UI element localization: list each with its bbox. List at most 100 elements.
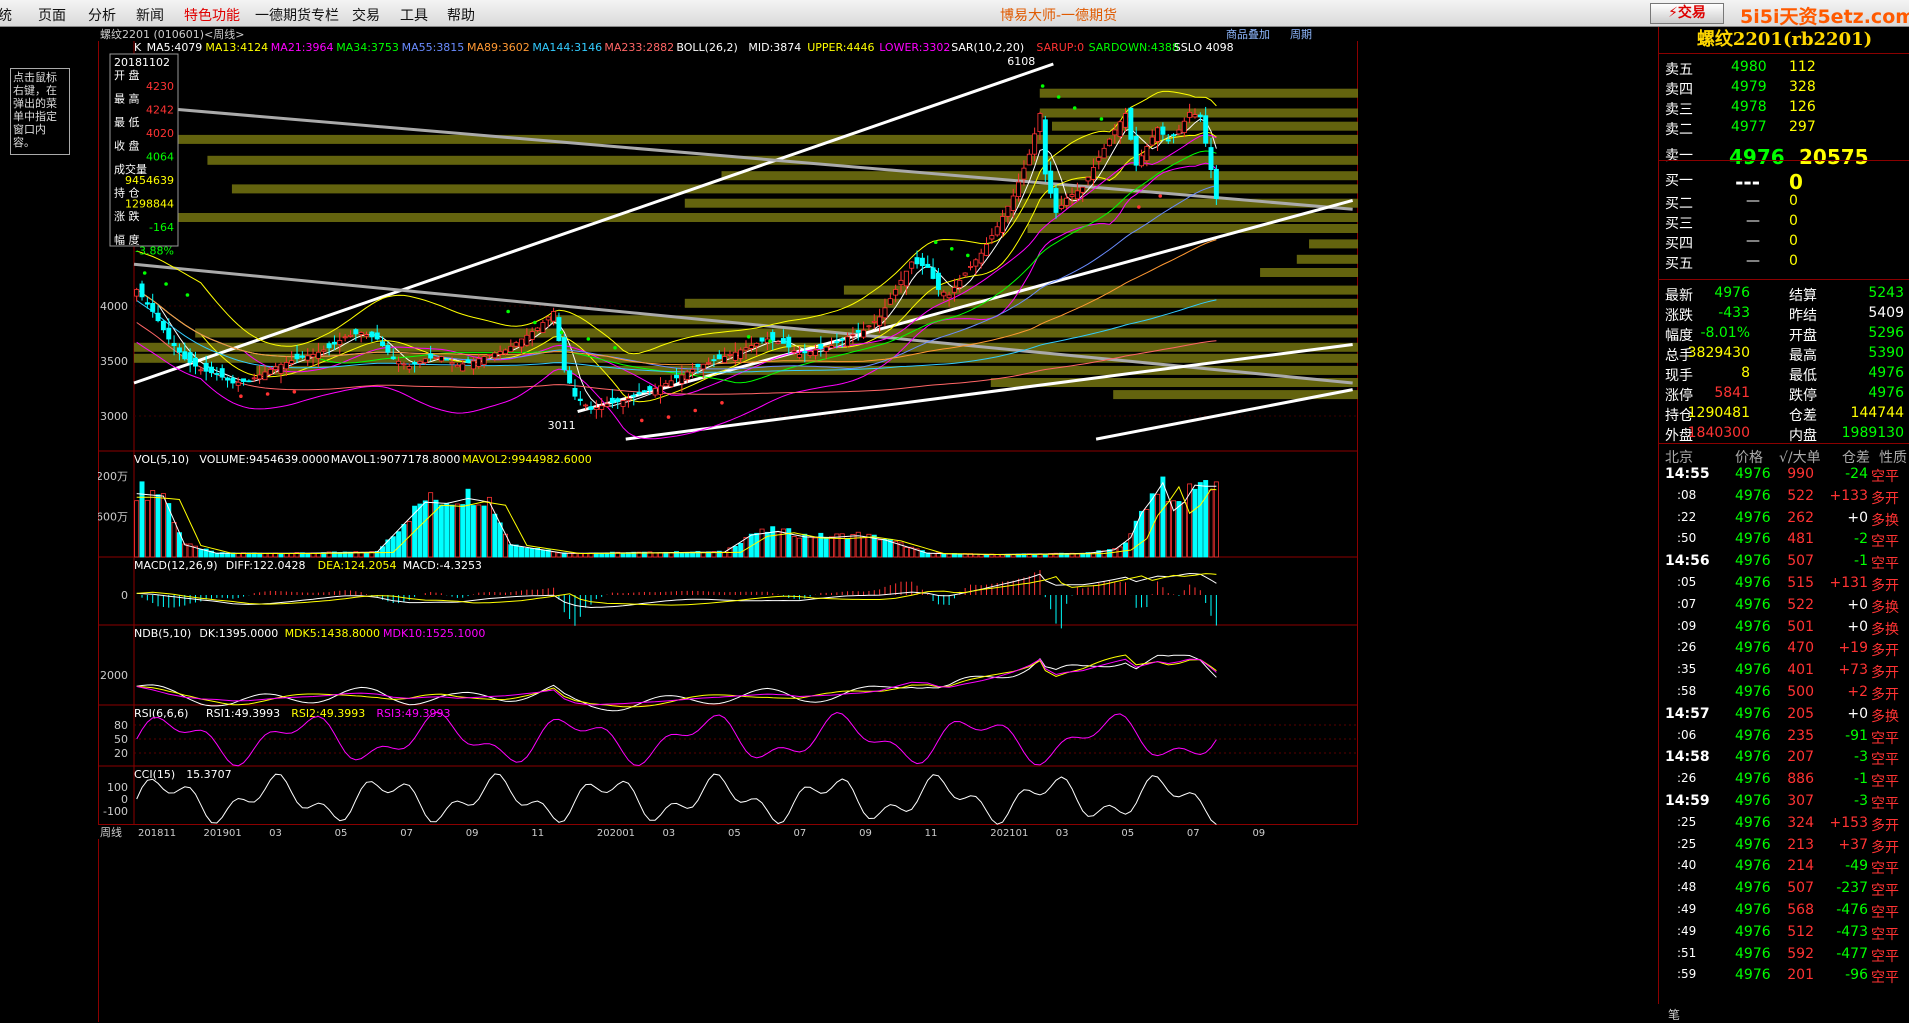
rsi-tick-label: 50: [114, 733, 128, 746]
volume-bar: [1133, 520, 1139, 558]
tick-nature: 多换: [1871, 512, 1899, 529]
volume-bar: [738, 543, 744, 558]
candle: [658, 385, 663, 395]
stat-label: 最高: [1789, 348, 1817, 364]
tick-volume: 235: [1787, 727, 1814, 744]
menu-help[interactable]: 帮助: [447, 5, 475, 25]
kline-chart[interactable]: 螺纹2201 (010601)<周线> 商品叠加 周期 6108 3011 K MA5:40…: [98, 27, 1658, 1022]
trade-button-label: 交易: [1677, 5, 1706, 21]
tick-time: :26: [1677, 771, 1697, 786]
menu-trade[interactable]: 交易: [352, 5, 380, 25]
stat-row: 最新 4976 结算 5243: [1659, 283, 1909, 304]
candle: [802, 350, 808, 354]
volume-bar: [1187, 483, 1193, 558]
candle: [545, 316, 551, 321]
trade-button[interactable]: ⚡交易: [1650, 3, 1724, 24]
tick-oi-change: -476: [1836, 902, 1868, 918]
menu-page[interactable]: 页面: [38, 5, 66, 25]
time-label: 202101: [990, 828, 1028, 839]
bid-label: 买三: [1665, 216, 1693, 232]
volume-bar: [1155, 493, 1161, 558]
candle: [861, 329, 867, 338]
tick-volume: 207: [1787, 749, 1814, 766]
bid-row: 买四 — 0: [1659, 231, 1909, 252]
candle: [877, 316, 883, 326]
tick-volume: 213: [1787, 836, 1814, 853]
tick-time: :48: [1677, 880, 1697, 895]
candle: [273, 366, 279, 370]
tick-oi-change: +37: [1838, 836, 1868, 853]
candle: [246, 380, 252, 383]
ask-price: 4979: [1731, 79, 1767, 95]
candle: [1000, 216, 1006, 233]
candle: [909, 261, 915, 269]
tick-oi-change: -96: [1845, 967, 1868, 984]
main-indicator-legend: MA5:4079: [147, 41, 203, 54]
candle: [315, 351, 321, 359]
stat-value: 144744: [1850, 405, 1904, 421]
candle: [1128, 107, 1134, 140]
ndb-tick-label: 2000: [100, 669, 128, 682]
tick-row: 14:55 4976 990 -24 空平: [1659, 464, 1909, 485]
ask-volume: 126: [1789, 99, 1816, 115]
tick-oi-change: -24: [1845, 466, 1868, 482]
sar-dot: [949, 247, 954, 251]
stat-value: 4976: [1714, 285, 1750, 301]
volume-bar: [422, 500, 428, 558]
candle: [1026, 153, 1032, 166]
menu-system[interactable]: 统: [0, 5, 12, 25]
tick-row: :58 4976 500 +2 多开: [1659, 682, 1909, 703]
tab-ticks[interactable]: 笔: [1668, 1006, 1680, 1023]
candle: [604, 403, 610, 407]
sar-dot: [559, 330, 564, 335]
bid-volume: 0: [1789, 233, 1798, 249]
volume-bar: [262, 553, 268, 558]
app-title: 博易大师-一德期货: [1000, 8, 1118, 24]
sar-dot: [1137, 205, 1141, 209]
ndb-indicator-legend: MDK5:1438.8000: [285, 627, 380, 640]
time-label: 201901: [204, 828, 242, 839]
candle: [139, 283, 145, 298]
tick-volume: 515: [1787, 575, 1814, 591]
ask-row: 卖二 4977 297: [1659, 117, 1909, 138]
time-label: 11: [925, 828, 938, 839]
menu-news[interactable]: 新闻: [136, 5, 164, 25]
tick-row: :26 4976 886 -1 空平: [1659, 769, 1909, 790]
candle: [353, 329, 359, 335]
stat-value: 1290481: [1687, 405, 1750, 421]
chart-symbol-title: 螺纹2201 (010601)<周线>: [100, 27, 245, 41]
candle: [262, 371, 268, 381]
menu-special[interactable]: 特色功能: [184, 5, 240, 25]
tick-nature: 空平: [1871, 883, 1899, 900]
candle: [1106, 138, 1112, 147]
menu-analysis[interactable]: 分析: [88, 5, 116, 25]
rsi-tick-label: 20: [114, 747, 128, 760]
candle: [1010, 195, 1016, 211]
stat-label: 涨停: [1665, 388, 1693, 404]
volume-bar: [449, 504, 455, 558]
volume-bar: [470, 505, 476, 558]
ohlc-label: 收 盘: [114, 139, 140, 153]
tick-row: 14:58 4976 207 -3 空平: [1659, 747, 1909, 768]
tick-row: :09 4976 501 +0 多换: [1659, 617, 1909, 638]
candle: [412, 361, 418, 365]
tick-time: :50: [1677, 531, 1697, 546]
stat-label: 仓差: [1789, 408, 1817, 424]
menu-column[interactable]: 一德期货专栏: [255, 5, 339, 25]
candle: [786, 336, 792, 348]
candle: [834, 341, 840, 344]
candle: [460, 363, 466, 372]
tick-row: :49 4976 568 -476 空平: [1659, 900, 1909, 921]
tick-row: :35 4976 401 +73 多开: [1659, 660, 1909, 681]
candle: [230, 377, 236, 384]
candle: [1165, 139, 1171, 142]
main-indicator-legend: MID:3874: [748, 41, 801, 54]
menu-tools[interactable]: 工具: [400, 5, 428, 25]
tick-oi-change: -473: [1836, 923, 1868, 940]
candle: [390, 356, 396, 360]
candle: [1090, 166, 1096, 180]
time-label: 09: [1252, 828, 1265, 839]
candle: [337, 340, 343, 345]
candle: [706, 362, 712, 364]
tick-row: :40 4976 214 -49 空平: [1659, 856, 1909, 877]
